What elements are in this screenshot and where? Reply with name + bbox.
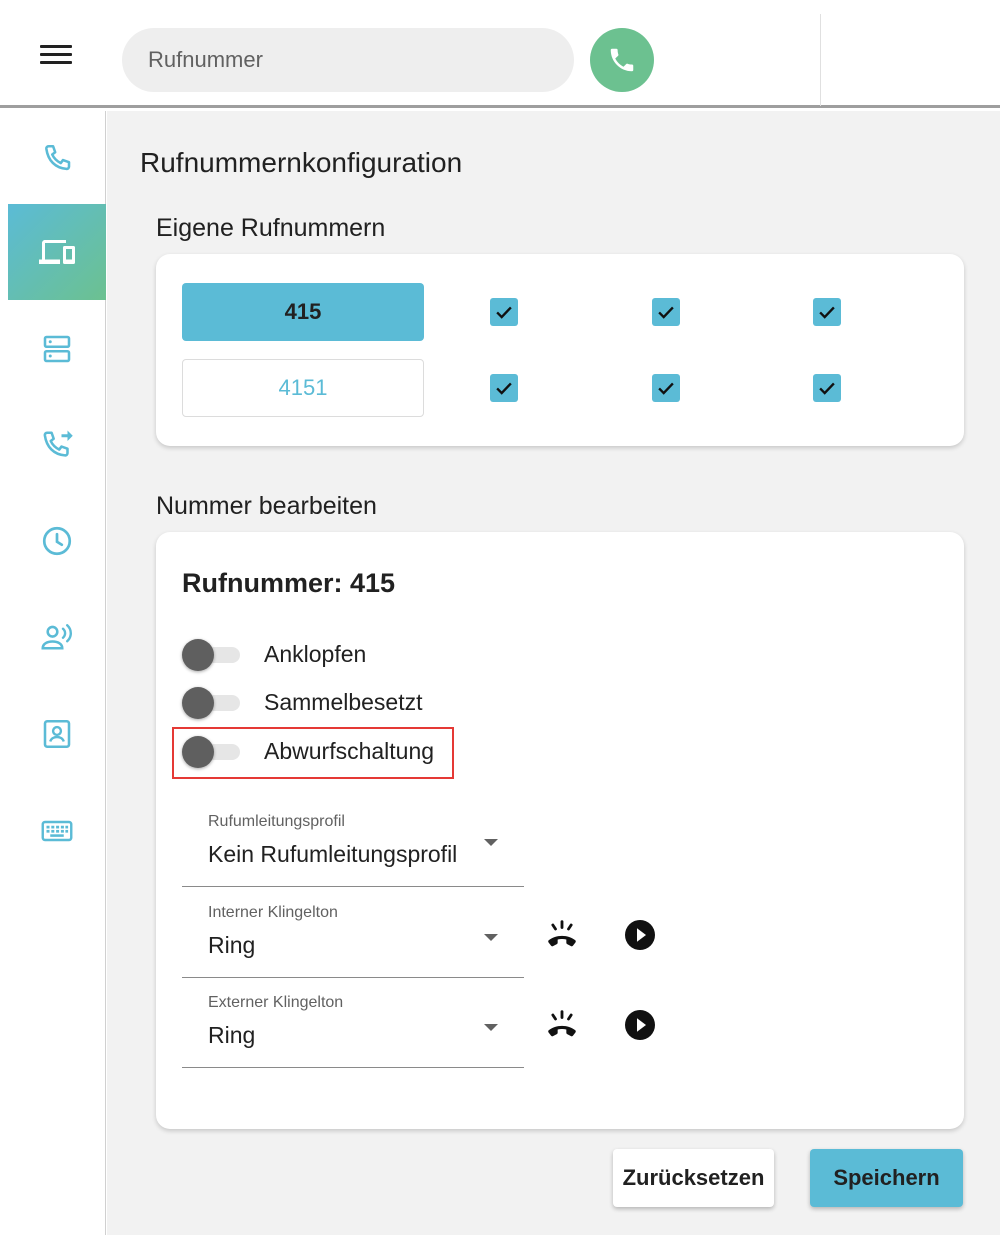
ringing-phone-icon <box>548 920 576 947</box>
sidebar-item-devices[interactable] <box>8 204 106 300</box>
voice-person-icon <box>41 624 73 650</box>
highlight-box <box>172 727 454 779</box>
number-415-checkbox-1[interactable] <box>490 298 518 326</box>
chevron-down-icon <box>484 1024 498 1031</box>
devices-icon <box>39 240 75 264</box>
number-415-checkbox-3[interactable] <box>813 298 841 326</box>
select-label: Interner Klingelton <box>208 904 338 921</box>
edit-number-card: Rufnummer: 415 Anklopfen Sammelbesetzt A… <box>156 532 964 1129</box>
check-icon <box>496 306 512 319</box>
check-icon <box>496 382 512 395</box>
play-circle-icon <box>625 920 655 950</box>
external-ringtone-select[interactable]: Externer Klingelton Ring <box>182 978 524 1068</box>
sidebar-item-voice[interactable] <box>8 589 106 685</box>
number-415-button[interactable]: 415 <box>182 283 424 341</box>
server-icon <box>43 335 71 363</box>
ringing-phone-icon <box>548 1010 576 1037</box>
select-value: Ring <box>208 932 256 958</box>
toggle-switch[interactable] <box>182 686 240 719</box>
play-circle-icon <box>625 1010 655 1040</box>
ring-test-button[interactable] <box>542 1005 582 1045</box>
sidebar-item-calls[interactable] <box>8 111 106 207</box>
search-input[interactable] <box>122 28 574 92</box>
sidebar-item-call-forwarding[interactable] <box>8 396 106 492</box>
reset-button[interactable]: Zurücksetzen <box>613 1149 774 1207</box>
check-icon <box>819 306 835 319</box>
sidebar <box>8 111 106 1235</box>
check-icon <box>658 306 674 319</box>
chevron-down-icon <box>484 934 498 941</box>
toggle-switch[interactable] <box>182 638 240 671</box>
toggle-sammelbesetzt[interactable]: Sammelbesetzt <box>182 682 423 722</box>
edit-number-title: Nummer bearbeiten <box>156 492 377 520</box>
save-button[interactable]: Speichern <box>810 1149 963 1207</box>
play-ringtone-button[interactable] <box>620 1005 660 1045</box>
own-numbers-card: 415 4151 <box>156 254 964 446</box>
toggle-anklopfen[interactable]: Anklopfen <box>182 634 366 674</box>
sidebar-item-server[interactable] <box>8 301 106 397</box>
keyboard-icon <box>41 820 73 842</box>
select-label: Rufumleitungsprofil <box>208 813 345 830</box>
chevron-down-icon <box>484 839 498 846</box>
divider <box>820 14 821 106</box>
forward-profile-select[interactable]: Rufumleitungsprofil Kein Rufumleitungspr… <box>182 797 524 887</box>
toggle-label: Anklopfen <box>264 640 367 667</box>
edit-heading: Rufnummer: 415 <box>182 568 396 598</box>
menu-icon[interactable] <box>40 45 72 69</box>
check-icon <box>819 382 835 395</box>
top-bar <box>0 0 1000 108</box>
own-numbers-title: Eigene Rufnummern <box>156 214 386 242</box>
call-button[interactable] <box>590 28 654 92</box>
clock-icon <box>42 526 72 556</box>
sidebar-item-time[interactable] <box>8 493 106 589</box>
number-4151-checkbox-1[interactable] <box>490 374 518 402</box>
sidebar-item-keypad[interactable] <box>8 783 106 879</box>
number-4151-checkbox-3[interactable] <box>813 374 841 402</box>
phone-icon <box>610 48 634 72</box>
toggle-label: Sammelbesetzt <box>264 688 423 715</box>
page-title: Rufnummernkonfiguration <box>140 147 463 178</box>
contact-book-icon <box>43 719 71 749</box>
number-4151-checkbox-2[interactable] <box>652 374 680 402</box>
ring-test-button[interactable] <box>542 915 582 955</box>
sidebar-item-contacts[interactable] <box>8 686 106 782</box>
check-icon <box>658 382 674 395</box>
select-value: Ring <box>208 1022 256 1048</box>
internal-ringtone-select[interactable]: Interner Klingelton Ring <box>182 888 524 978</box>
call-forward-icon <box>43 430 73 457</box>
select-value: Kein Rufumleitungsprofil <box>208 841 458 867</box>
number-415-checkbox-2[interactable] <box>652 298 680 326</box>
phone-icon <box>45 144 71 171</box>
play-ringtone-button[interactable] <box>620 915 660 955</box>
main-content: Rufnummernkonfiguration Eigene Rufnummer… <box>107 111 1000 1235</box>
select-label: Externer Klingelton <box>208 994 344 1011</box>
number-4151-button[interactable]: 4151 <box>182 359 424 417</box>
